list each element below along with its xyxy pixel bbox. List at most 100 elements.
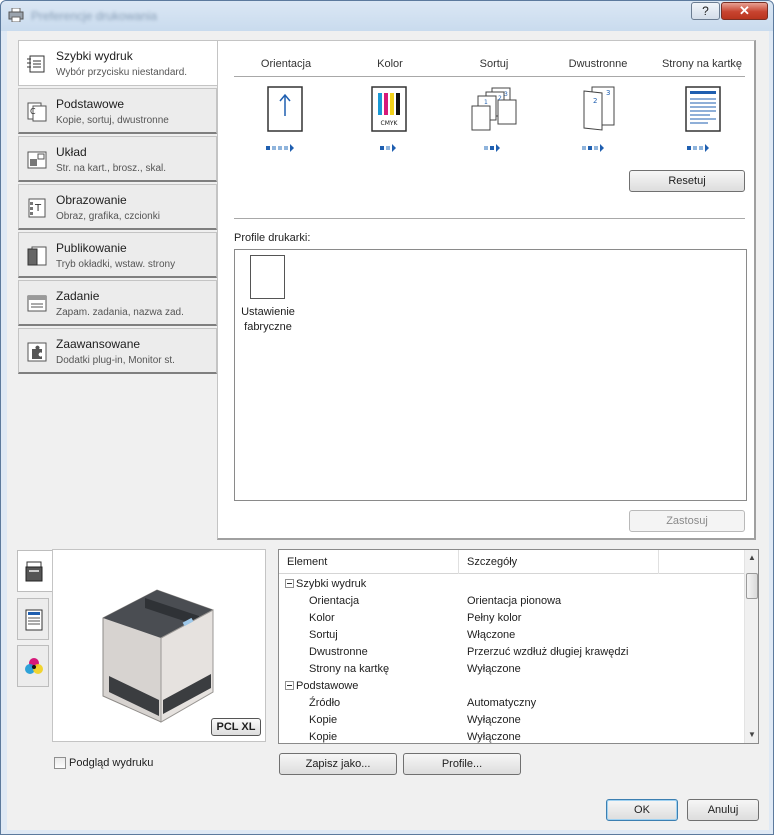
- duplex-icon[interactable]: 3 2: [580, 86, 618, 132]
- color-options-indicator[interactable]: [380, 142, 398, 153]
- tab-page-preview[interactable]: [17, 598, 49, 640]
- printer-illustration: [102, 589, 214, 723]
- column-heading-collate: Sortuj: [479, 58, 509, 70]
- svg-text:C: C: [30, 107, 36, 116]
- tab-description: Wybór przycisku niestandard.: [56, 67, 188, 78]
- save-as-button[interactable]: Zapisz jako...: [279, 753, 397, 775]
- table-row[interactable]: Kolor Pełny kolor: [279, 610, 744, 627]
- row-key: Sortuj: [309, 629, 338, 641]
- reset-button[interactable]: Resetuj: [629, 170, 745, 192]
- row-value: Pełny kolor: [467, 612, 522, 624]
- table-row[interactable]: Kopie Wyłączone: [279, 729, 744, 743]
- profile-page-icon[interactable]: [250, 255, 285, 299]
- group-label: Podstawowe: [296, 680, 359, 692]
- divider: [234, 76, 745, 77]
- collate-options-indicator[interactable]: [484, 142, 502, 153]
- tab-label: Obrazowanie: [56, 193, 127, 207]
- color-cmyk-icon[interactable]: CMYK: [370, 86, 408, 132]
- pages-per-sheet-options-indicator[interactable]: [687, 142, 711, 153]
- table-row[interactable]: Kopie Wyłączone: [279, 712, 744, 729]
- tab-imaging[interactable]: T Obrazowanie Obraz, grafika, czcionki: [18, 184, 217, 230]
- job-icon: [27, 295, 47, 312]
- svg-text:CMYK: CMYK: [381, 120, 399, 127]
- row-value: Włączone: [467, 629, 516, 641]
- tab-quick-print[interactable]: Szybki wydruk Wybór przycisku niestandar…: [18, 40, 219, 86]
- settings-summary-list[interactable]: Element Szczegóły Szybki wydruk Orientac…: [278, 549, 759, 744]
- profiles-list[interactable]: Ustawienie fabryczne: [234, 249, 747, 501]
- tab-color-preview[interactable]: [17, 645, 49, 687]
- table-row[interactable]: Orientacja Orientacja pionowa: [279, 593, 744, 610]
- svg-text:T: T: [34, 203, 42, 214]
- divider: [234, 218, 745, 219]
- row-key: Orientacja: [309, 595, 360, 607]
- row-key: Dwustronne: [309, 646, 368, 658]
- collate-icon[interactable]: 3 2 1: [470, 86, 518, 132]
- tab-description: Dodatki plug-in, Monitor st.: [56, 355, 175, 366]
- scroll-up-icon[interactable]: ▲: [748, 553, 756, 562]
- quick-print-icon: [27, 55, 45, 73]
- table-row[interactable]: Dwustronne Przerzuć wzdłuż długiej krawęd…: [279, 644, 744, 661]
- profiles-button[interactable]: Profile...: [403, 753, 521, 775]
- help-button[interactable]: ?: [691, 2, 720, 20]
- tab-advanced[interactable]: Zaawansowane Dodatki plug-in, Monitor st…: [18, 328, 217, 374]
- collapse-icon[interactable]: [285, 680, 294, 690]
- column-heading-pages-per-sheet: Strony na kartkę: [661, 58, 743, 70]
- tab-label: Podstawowe: [56, 97, 125, 111]
- pcl-xl-badge: PCL XL: [211, 718, 261, 736]
- dialog-body: Szybki wydruk Wybór przycisku niestandar…: [7, 31, 769, 830]
- cancel-button[interactable]: Anuluj: [687, 799, 759, 821]
- table-row[interactable]: Sortuj Włączone: [279, 627, 744, 644]
- ok-button[interactable]: OK: [606, 799, 678, 821]
- tab-job[interactable]: Zadanie Zapam. zadania, nazwa zad.: [18, 280, 217, 326]
- printer-preview: PCL XL: [52, 549, 266, 742]
- tab-label: Publikowanie: [56, 241, 127, 255]
- page-icon: [25, 609, 43, 631]
- tab-description: Str. na kart., brosz., skal.: [56, 163, 167, 174]
- row-value: Wyłączone: [467, 714, 521, 726]
- row-value: Wyłączone: [467, 731, 521, 743]
- scroll-down-icon[interactable]: ▼: [748, 730, 756, 739]
- tab-description: Kopie, sortuj, dwustronne: [56, 115, 169, 126]
- pages-per-sheet-icon[interactable]: [684, 86, 722, 132]
- row-value: Wyłączone: [467, 663, 521, 675]
- list-header: Element Szczegóły: [279, 550, 744, 574]
- print-preview-label[interactable]: Podgląd wydruku: [69, 757, 153, 769]
- row-key: Kopie: [309, 731, 338, 743]
- collapse-icon[interactable]: [285, 578, 294, 588]
- color-circles-icon: [25, 658, 43, 674]
- quick-print-panel: Orientacja Kolor Sortuj Dwustronne Stron…: [217, 40, 756, 540]
- tab-label: Szybki wydruk: [56, 49, 133, 63]
- printer-icon: [8, 8, 24, 22]
- table-row[interactable]: Strony na kartkę Wyłączone: [279, 661, 744, 678]
- row-key: Źródło: [309, 697, 341, 709]
- tab-description: Obraz, grafika, czcionki: [56, 211, 160, 222]
- layout-icon: [27, 151, 47, 169]
- print-preview-checkbox[interactable]: [54, 757, 66, 769]
- svg-text:3: 3: [606, 89, 610, 97]
- tab-description: Tryb okładki, wstaw. strony: [56, 259, 176, 270]
- scroll-thumb[interactable]: [746, 573, 758, 599]
- tab-description: Zapam. zadania, nazwa zad.: [56, 307, 184, 318]
- vertical-scrollbar[interactable]: ▲ ▼: [744, 550, 758, 743]
- list-group-row[interactable]: Podstawowe: [279, 678, 744, 695]
- apply-button[interactable]: Zastosuj: [629, 510, 745, 532]
- row-key: Kopie: [309, 714, 338, 726]
- tab-basic[interactable]: C Podstawowe Kopie, sortuj, dwustronne: [18, 88, 217, 134]
- row-value: Przerzuć wzdłuż długiej krawędzi: [467, 646, 629, 658]
- tab-publishing[interactable]: Publikowanie Tryb okładki, wstaw. strony: [18, 232, 217, 278]
- copies-icon: C: [27, 102, 47, 122]
- tab-layout[interactable]: Układ Str. na kart., brosz., skal.: [18, 136, 217, 182]
- profile-factory-default-label[interactable]: Ustawienie fabryczne: [236, 305, 300, 335]
- tab-printer-preview[interactable]: [17, 550, 53, 592]
- orientation-portrait-icon[interactable]: [266, 86, 304, 132]
- column-header-element[interactable]: Element: [279, 550, 459, 574]
- title-bar: Preferencje drukowania ? ✕: [1, 1, 773, 31]
- duplex-options-indicator[interactable]: [582, 142, 606, 153]
- column-header-details[interactable]: Szczegóły: [459, 550, 659, 574]
- row-value: Automatyczny: [467, 697, 537, 709]
- table-row[interactable]: Źródło Automatyczny: [279, 695, 744, 712]
- row-key: Kolor: [309, 612, 335, 624]
- list-group-row[interactable]: Szybki wydruk: [279, 576, 744, 593]
- orientation-options-indicator[interactable]: [266, 142, 296, 153]
- close-button[interactable]: ✕: [721, 2, 768, 20]
